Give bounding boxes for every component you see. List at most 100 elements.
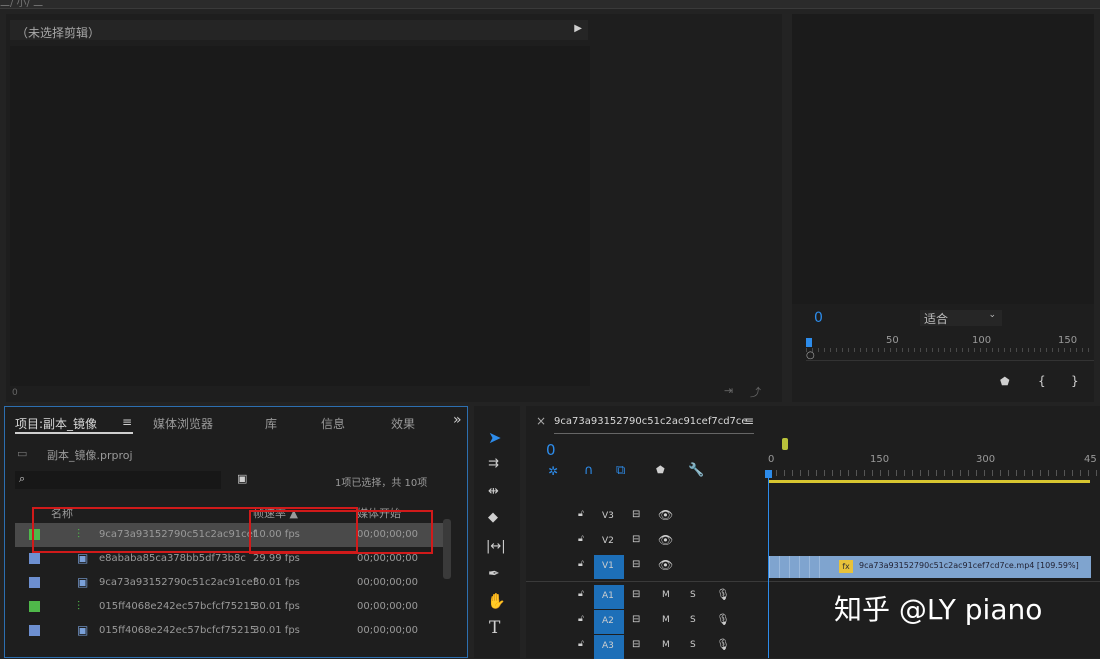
scrollbar-handle-icon[interactable]: ○ xyxy=(806,350,815,361)
lock-icon[interactable]: 🔓︎ xyxy=(578,589,584,599)
label-color-swatch[interactable] xyxy=(29,553,40,564)
slip-tool-icon[interactable]: |↔| xyxy=(486,539,506,554)
sync-lock-icon[interactable]: ⊟ xyxy=(632,614,640,625)
more-panels-icon[interactable]: » xyxy=(453,412,462,428)
program-time-ruler[interactable] xyxy=(806,348,1094,352)
program-zoom-scrollbar[interactable]: ○ xyxy=(806,350,1094,361)
label-color-swatch[interactable] xyxy=(29,625,40,636)
track-header-v3: 🔓︎ V3 ⊟ 👁︎ xyxy=(526,506,768,528)
mark-out-icon[interactable]: } xyxy=(1071,374,1079,388)
microphone-icon[interactable]: 🎙︎ xyxy=(716,613,730,626)
table-row[interactable]: ⫶ 015ff4068e242ec57bcfcf75215 30.01 fps 00;… xyxy=(15,595,443,619)
timeline-ruler-label: 300 xyxy=(976,454,996,465)
sync-lock-icon[interactable]: ⊟ xyxy=(632,639,640,650)
sequence-tab-menu-icon[interactable]: ≡ xyxy=(744,414,754,428)
zoom-select[interactable]: 适合 ⌄ xyxy=(920,310,1002,326)
track-name: A3 xyxy=(602,641,614,651)
search-input[interactable]: ⌕ xyxy=(15,471,221,489)
sync-lock-icon[interactable]: ⊟ xyxy=(632,534,640,545)
timeline-ruler-label: 45 xyxy=(1084,454,1097,465)
solo-button[interactable]: S xyxy=(690,640,696,650)
item-name: 9ca73a93152790c51c2ac91cef xyxy=(99,577,257,588)
lock-icon[interactable]: 🔓︎ xyxy=(578,639,584,649)
item-name: 015ff4068e242ec57bcfcf75215 xyxy=(99,601,257,612)
track-header-v1: 🔓︎ V1 ⊟ 👁︎ xyxy=(526,555,768,579)
program-monitor-viewer xyxy=(792,14,1094,304)
eye-icon[interactable]: 👁︎ xyxy=(658,508,673,522)
label-color-swatch[interactable] xyxy=(29,601,40,612)
type-tool-icon[interactable]: T xyxy=(489,618,500,638)
search-icon: ⌕ xyxy=(19,472,26,485)
solo-button[interactable]: S xyxy=(690,615,696,625)
video-clip-icon: ▣ xyxy=(77,551,89,565)
hand-tool-icon[interactable]: ✋ xyxy=(487,592,506,610)
eye-icon[interactable]: 👁︎ xyxy=(658,558,673,572)
clip-edit-lines xyxy=(769,556,829,578)
sync-lock-icon[interactable]: ⊟ xyxy=(632,509,640,520)
zoom-select-value: 适合 xyxy=(924,312,949,326)
track-name: V2 xyxy=(602,536,614,546)
razor-tool-icon[interactable]: ◆ xyxy=(488,510,498,525)
label-color-swatch[interactable] xyxy=(29,577,40,588)
pen-tool-icon[interactable]: ✒ xyxy=(488,566,500,582)
source-export-frame-icon[interactable]: ⇥ xyxy=(724,384,733,397)
sync-lock-icon[interactable]: ⊟ xyxy=(632,559,640,570)
work-area-bar[interactable] xyxy=(768,480,1090,483)
lock-icon[interactable]: 🔓︎ xyxy=(578,614,584,624)
wrench-icon[interactable]: 🔧 xyxy=(688,463,704,478)
lock-icon[interactable]: 🔓︎ xyxy=(578,534,584,544)
list-scrollbar[interactable] xyxy=(443,519,451,579)
track-select-tool-icon[interactable]: ⇉ xyxy=(488,456,499,471)
video-clip[interactable]: fx 9ca73a93152790c51c2ac91cef7cd7ce.mp4 … xyxy=(769,556,1091,578)
ruler-ticks xyxy=(768,470,1100,476)
mute-button[interactable]: M xyxy=(662,590,670,600)
selection-tool-icon[interactable]: ➤ xyxy=(488,428,501,447)
sequence-tab-title[interactable]: 9ca73a93152790c51c2ac91cef7cd7ce xyxy=(554,416,748,427)
item-media-start: 00;00;00;00 xyxy=(357,553,419,564)
mute-button[interactable]: M xyxy=(662,615,670,625)
playhead-handle[interactable] xyxy=(765,470,772,478)
snap-magnet-icon[interactable]: ∩ xyxy=(584,463,594,478)
table-row[interactable]: ▣ 9ca73a93152790c51c2ac91cef 30.01 fps 00;0… xyxy=(15,571,443,595)
ripple-edit-tool-icon[interactable]: ⇹ xyxy=(488,484,499,499)
timeline-ruler[interactable]: 0 150 300 45 xyxy=(768,438,1100,486)
project-tab-menu-icon[interactable]: ≡ xyxy=(122,415,132,429)
linked-selection-icon[interactable]: ⧉ xyxy=(616,463,625,478)
marker-icon[interactable] xyxy=(782,438,788,450)
nest-toggle-icon[interactable]: ✲ xyxy=(548,464,558,478)
new-bin-from-search-icon[interactable]: ▣ xyxy=(237,472,247,485)
source-monitor-menu-arrow[interactable]: ▶ xyxy=(574,23,582,34)
tab-media-browser[interactable]: 媒体浏览器 xyxy=(153,415,213,432)
program-timecode[interactable]: 0 xyxy=(814,310,823,326)
add-marker-icon[interactable]: ⬟ xyxy=(656,465,665,476)
solo-button[interactable]: S xyxy=(690,590,696,600)
tab-project[interactable]: 项目:副本_镜像 xyxy=(15,415,97,432)
table-row[interactable]: ▣ 015ff4068e242ec57bcfcf75215 30.01 fps 00;… xyxy=(15,619,443,643)
source-insert-icon[interactable]: ⤴ xyxy=(750,384,761,400)
tab-effects[interactable]: 效果 xyxy=(391,415,415,432)
microphone-icon[interactable]: 🎙︎ xyxy=(716,588,730,601)
microphone-icon[interactable]: 🎙︎ xyxy=(716,638,730,651)
item-framerate: 30.01 fps xyxy=(253,601,300,612)
program-playhead-marker[interactable] xyxy=(806,338,812,347)
close-icon[interactable]: × xyxy=(536,414,546,428)
mute-button[interactable]: M xyxy=(662,640,670,650)
track-header-a1: 🔓︎ A1 ⊟ M S 🎙︎ xyxy=(526,585,768,609)
lock-icon[interactable]: 🔓︎ xyxy=(578,509,584,519)
lock-icon[interactable]: 🔓︎ xyxy=(578,559,584,569)
video-clip-icon: ▣ xyxy=(77,623,89,637)
item-media-start: 00;00;00;00 xyxy=(357,577,419,588)
sync-lock-icon[interactable]: ⊟ xyxy=(632,589,640,600)
eye-icon[interactable]: 👁︎ xyxy=(658,533,673,547)
active-tab-underline xyxy=(15,432,133,434)
program-ruler-label: 150 xyxy=(1058,335,1078,346)
item-framerate: 30.01 fps xyxy=(253,577,300,588)
add-marker-icon[interactable]: ⬟ xyxy=(1000,375,1010,388)
track-name: A2 xyxy=(602,616,614,626)
tab-libraries[interactable]: 库 xyxy=(265,415,277,432)
top-strip: 二/ 小/ 二 xyxy=(0,0,1100,9)
timeline-timecode[interactable]: 0 xyxy=(546,441,556,459)
video-audio-divider xyxy=(526,581,1100,582)
mark-in-icon[interactable]: { xyxy=(1038,374,1046,388)
tab-info[interactable]: 信息 xyxy=(321,415,345,432)
